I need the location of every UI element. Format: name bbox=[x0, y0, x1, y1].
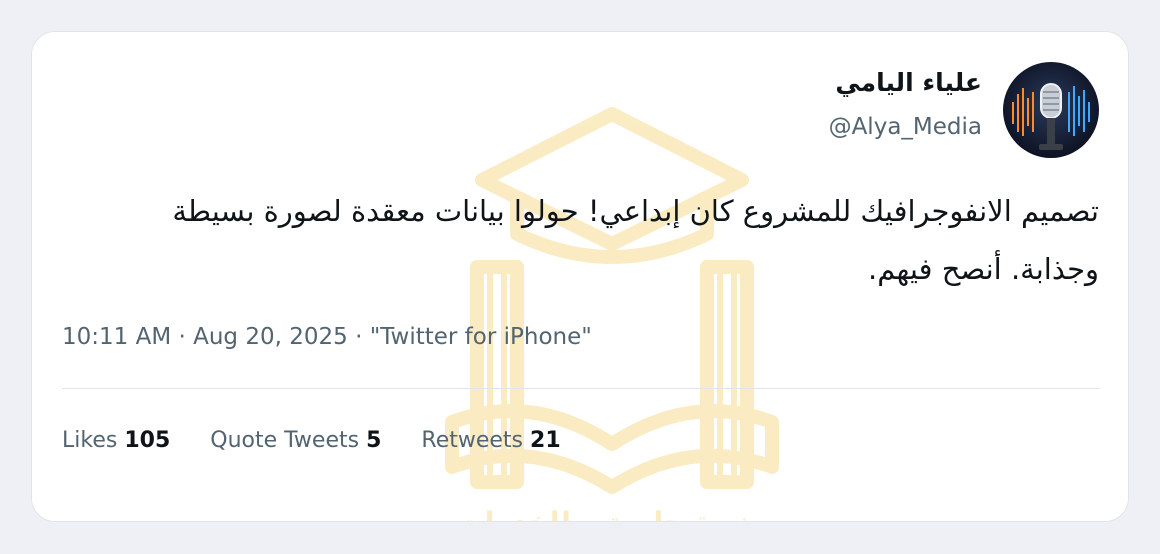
quote-tweets-count: 5 bbox=[366, 428, 382, 453]
tweet-time[interactable]: 10:11 AM bbox=[62, 324, 171, 350]
likes-label: Likes bbox=[62, 428, 118, 453]
tweet-card: منصة جامعتي للخدمات الطلابية bbox=[31, 31, 1129, 522]
avatar[interactable] bbox=[1003, 62, 1099, 158]
meta-separator: · bbox=[355, 324, 363, 350]
retweets-stat[interactable]: Retweets 21 bbox=[421, 428, 560, 453]
tweet-source[interactable]: "Twitter for iPhone" bbox=[370, 324, 592, 350]
quote-tweets-stat[interactable]: Quote Tweets 5 bbox=[210, 428, 381, 453]
author-handle[interactable]: @Alya_Media bbox=[829, 114, 982, 140]
author-name[interactable]: علياء اليامي bbox=[835, 68, 982, 97]
tweet-text: تصميم الانفوجرافيك للمشروع كان إبداعي! ح… bbox=[172, 194, 1099, 286]
retweets-label: Retweets bbox=[421, 428, 524, 453]
likes-count: 105 bbox=[124, 428, 171, 453]
watermark: منصة جامعتي للخدمات الطلابية bbox=[412, 92, 812, 521]
tweet-metadata: 10:11 AM · Aug 20, 2025 · "Twitter for i… bbox=[62, 324, 592, 350]
quote-tweets-label: Quote Tweets bbox=[210, 428, 360, 453]
microphone-icon bbox=[1003, 62, 1099, 158]
likes-stat[interactable]: Likes 105 bbox=[62, 428, 170, 453]
divider bbox=[62, 388, 1100, 389]
meta-separator: · bbox=[178, 324, 186, 350]
retweets-count: 21 bbox=[530, 428, 561, 453]
watermark-text: منصة جامعتي للخدمات الطلابية bbox=[412, 506, 812, 521]
tweet-date[interactable]: Aug 20, 2025 bbox=[193, 324, 348, 350]
tweet-stats: Likes 105 Quote Tweets 5 Retweets 21 bbox=[62, 428, 561, 453]
